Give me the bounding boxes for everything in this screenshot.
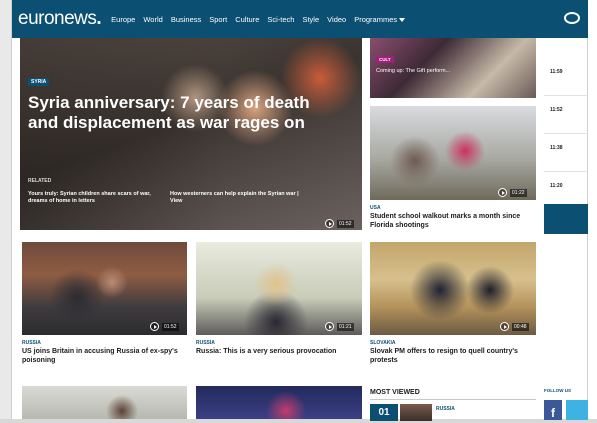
related-link-1[interactable]: Yours truly: Syrian children share scars… xyxy=(28,191,163,205)
side-panel-banner[interactable] xyxy=(544,204,588,234)
related-link-2[interactable]: How westerners can help explain the Syri… xyxy=(170,191,305,205)
list-item[interactable]: 11:59 xyxy=(544,60,588,96)
video-duration: 00:48 xyxy=(512,323,529,331)
video-duration: 01:52 xyxy=(337,220,354,228)
most-viewed-thumbnail[interactable] xyxy=(400,404,432,421)
nav-style[interactable]: Style xyxy=(302,15,319,24)
play-icon[interactable] xyxy=(500,322,509,331)
hero-headline[interactable]: Syria anniversary: 7 years of death and … xyxy=(28,93,318,133)
story-region: RUSSIA xyxy=(196,340,215,346)
list-item-time: 11:52 xyxy=(550,107,563,113)
nav-sci-tech[interactable]: Sci-tech xyxy=(267,15,294,24)
chevron-down-icon xyxy=(399,17,406,22)
story-region: USA xyxy=(370,205,381,211)
story-image-bottom-1[interactable] xyxy=(22,386,187,419)
twitter-icon[interactable] xyxy=(566,400,588,420)
story-image-bottom-2[interactable] xyxy=(196,386,362,419)
globe-icon[interactable] xyxy=(564,12,580,24)
related-label: RELATED xyxy=(28,178,52,184)
nav-video[interactable]: Video xyxy=(327,15,346,24)
euronews-logo[interactable]: euronews. xyxy=(18,8,102,30)
story-image-slovak[interactable]: 00:48 xyxy=(370,242,536,335)
culture-story-title[interactable]: Coming up: The Gift perform... xyxy=(376,68,526,75)
culture-badge: CULT xyxy=(376,56,394,63)
play-icon[interactable] xyxy=(150,322,159,331)
play-icon[interactable] xyxy=(325,219,334,228)
most-viewed-heading: MOST VIEWED xyxy=(370,389,420,396)
story-image-may[interactable]: 01:21 xyxy=(196,242,362,335)
nav-programmes-label: Programmes xyxy=(354,14,398,24)
list-item-time: 11:20 xyxy=(550,183,563,189)
walkout-story-image[interactable]: 01:22 xyxy=(370,106,536,200)
story-headline[interactable]: US joins Britain in accusing Russia of e… xyxy=(22,347,187,365)
nav-europe[interactable]: Europe xyxy=(111,15,135,24)
play-icon[interactable] xyxy=(498,188,507,197)
list-item-time: 11:38 xyxy=(550,145,563,151)
video-duration: 01:52 xyxy=(162,323,179,331)
facebook-icon[interactable]: f xyxy=(544,400,562,420)
follow-us-label: FOLLOW US xyxy=(544,388,571,393)
browser-scrollbar[interactable] xyxy=(587,0,597,423)
logo-text: euronews xyxy=(18,8,97,29)
logo-dot: . xyxy=(96,8,102,29)
browser-bottom-frame xyxy=(0,419,597,423)
video-duration: 01:21 xyxy=(337,323,354,331)
most-viewed-region: RUSSIA xyxy=(436,406,455,412)
story-headline[interactable]: Russia: This is a very serious provocati… xyxy=(196,347,362,356)
hero-region-badge: SYRIA xyxy=(28,78,50,86)
divider xyxy=(370,399,536,400)
most-viewed-rank: 01 xyxy=(370,404,398,421)
video-duration: 01:22 xyxy=(510,189,527,197)
story-region: RUSSIA xyxy=(22,340,41,346)
nav-sport[interactable]: Sport xyxy=(209,15,227,24)
story-headline[interactable]: Slovak PM offers to resign to quell coun… xyxy=(370,347,536,365)
list-item[interactable]: 11:38 xyxy=(544,136,588,172)
list-item[interactable]: 11:52 xyxy=(544,98,588,134)
story-region: SLOVAKIA xyxy=(370,340,396,346)
hero-story[interactable]: SYRIA Syria anniversary: 7 years of deat… xyxy=(20,38,362,230)
main-nav: Europe World Business Sport Culture Sci-… xyxy=(111,15,413,24)
top-navigation-bar: euronews. Europe World Business Sport Cu… xyxy=(12,0,588,38)
nav-culture[interactable]: Culture xyxy=(235,15,259,24)
culture-story-tile[interactable]: CULT Coming up: The Gift perform... xyxy=(370,38,536,98)
nav-programmes[interactable]: Programmes xyxy=(354,14,406,24)
nav-business[interactable]: Business xyxy=(171,15,201,24)
story-headline[interactable]: Student school walkout marks a month sin… xyxy=(370,212,536,230)
story-image-un[interactable]: 01:52 xyxy=(22,242,187,335)
nav-world[interactable]: World xyxy=(143,15,162,24)
play-icon[interactable] xyxy=(325,322,334,331)
browser-left-frame xyxy=(0,0,12,423)
list-item-time: 11:59 xyxy=(550,69,563,75)
